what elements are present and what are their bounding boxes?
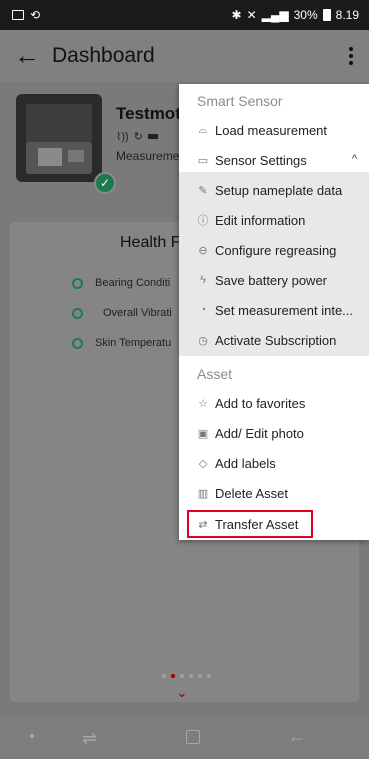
menu-item-set-measurement-interval[interactable]: ◔ Set measurement inte... <box>179 295 369 325</box>
trash-icon: ▥ <box>197 487 209 500</box>
page-indicator <box>162 674 211 678</box>
status-ring-icon <box>72 277 83 289</box>
health-title: Health F <box>120 234 181 251</box>
battery-icon <box>322 9 331 21</box>
health-item-label: Overall Vibrati <box>103 307 172 319</box>
back-arrow-icon[interactable]: ← <box>14 42 40 68</box>
health-item[interactable]: Skin Temperatu <box>72 337 171 349</box>
battery-bar-icon <box>147 134 158 139</box>
tag-icon: ◇ <box>198 457 208 470</box>
status-ring-icon <box>72 307 83 319</box>
edit-icon: ✎ <box>198 184 208 197</box>
grease-icon: ⊖ <box>198 244 208 257</box>
sync-icon: ⟲ <box>30 8 41 22</box>
menu-item-sensor-settings[interactable]: ▭ Sensor Settings ^ <box>179 145 369 175</box>
back-nav-icon[interactable]: ← <box>288 726 306 747</box>
photo-icon: ▣ <box>197 427 209 440</box>
health-item-label: Bearing Conditi <box>95 277 171 289</box>
page-dot[interactable] <box>162 674 166 678</box>
menu-item-setup-nameplate[interactable]: ✎ Setup nameplate data <box>179 175 369 205</box>
timer-icon: ◔ <box>199 304 207 316</box>
menu-item-load-measurement[interactable]: ⌓ Load measurement <box>179 115 369 145</box>
system-nav-bar: ⇌ ← <box>0 716 369 759</box>
gallery-icon <box>12 10 24 20</box>
health-item[interactable]: Bearing Conditi <box>72 277 170 289</box>
clock-icon: ◷ <box>198 334 208 347</box>
signal-icon: ▂▄▆ <box>261 8 289 22</box>
chevron-up-icon: ^ <box>351 153 357 165</box>
highlight-box <box>187 510 313 538</box>
overflow-menu: Smart Sensor ⌓ Load measurement ▭ Sensor… <box>179 84 369 540</box>
menu-item-add-labels[interactable]: ◇ Add labels <box>179 448 369 478</box>
asset-name: Testmot <box>116 104 181 123</box>
menu-header-smart-sensor: Smart Sensor <box>197 93 283 109</box>
status-ring-icon <box>72 337 83 349</box>
chevron-down-icon[interactable]: ⌄ <box>176 684 188 701</box>
page-dot[interactable] <box>180 674 184 678</box>
bolt-icon: ϟ <box>200 274 206 286</box>
asset-card[interactable]: ✓ Testmot ⌇)) ↻ Measureme <box>10 90 190 210</box>
menu-item-edit-photo[interactable]: ▣ Add/ Edit photo <box>179 418 369 448</box>
app-bar: ← Dashboard <box>0 30 369 82</box>
page-dot[interactable] <box>198 674 202 678</box>
menu-header-asset: Asset <box>197 366 233 382</box>
vibration-icon: ⌇)) <box>116 131 129 143</box>
settings-rect-icon: ▭ <box>197 154 209 167</box>
page-title: Dashboard <box>52 44 155 67</box>
page-dot[interactable] <box>189 674 193 678</box>
asset-photo <box>16 94 102 182</box>
menu-item-activate-subscription[interactable]: ◷ Activate Subscription <box>179 325 369 355</box>
menu-item-edit-information[interactable]: ⓘ Edit information <box>179 205 369 235</box>
page-dot[interactable] <box>171 674 175 678</box>
health-item[interactable]: Overall Vibrati <box>72 307 172 319</box>
dashboard-gauge-icon: ⌓ <box>198 123 208 136</box>
health-item-label: Skin Temperatu <box>95 337 172 349</box>
recents-icon[interactable]: ⇌ <box>82 728 97 749</box>
menu-item-delete-asset[interactable]: ▥ Delete Asset <box>179 478 369 508</box>
battery-percent: 30% <box>293 8 318 22</box>
bluetooth-icon: ✱ <box>231 8 242 22</box>
menu-item-add-favorites[interactable]: ☆ Add to favorites <box>179 388 369 418</box>
status-check-icon: ✓ <box>94 172 116 194</box>
measurement-label: Measureme <box>116 149 180 163</box>
refresh-icon: ↻ <box>133 131 143 143</box>
star-icon: ☆ <box>198 397 208 410</box>
status-bar: ⟲ ✱ ✕ ▂▄▆ 30% 8.19 <box>0 0 369 30</box>
mute-icon: ✕ <box>246 8 257 22</box>
home-icon[interactable] <box>186 730 200 744</box>
info-icon: ⓘ <box>197 215 209 227</box>
nav-dot-icon[interactable] <box>30 734 34 738</box>
overflow-menu-icon[interactable] <box>349 47 353 65</box>
clock-time: 8.19 <box>335 8 359 22</box>
menu-item-save-battery[interactable]: ϟ Save battery power <box>179 265 369 295</box>
asset-status-icons: ⌇)) ↻ <box>116 130 158 143</box>
page-dot[interactable] <box>207 674 211 678</box>
menu-item-configure-regreasing[interactable]: ⊖ Configure regreasing <box>179 235 369 265</box>
